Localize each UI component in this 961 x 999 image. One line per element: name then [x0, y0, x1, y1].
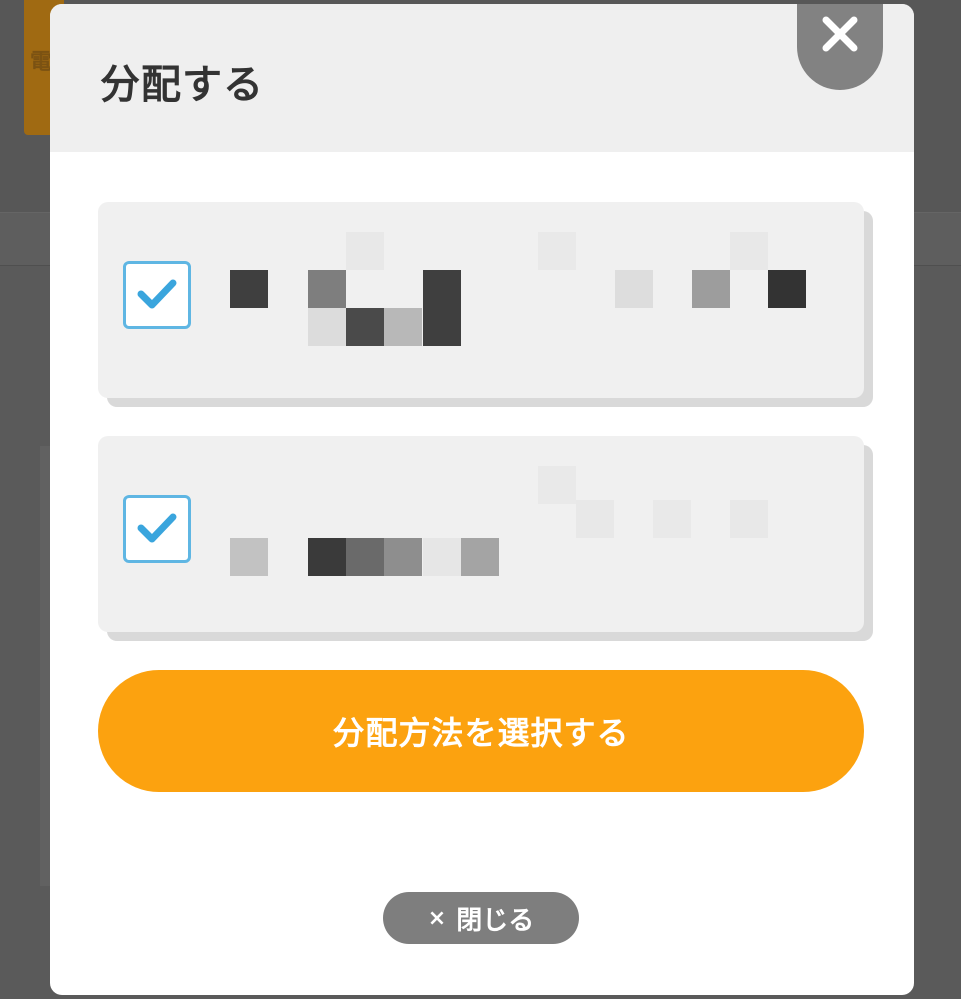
close-button-label: 閉じる [456, 905, 535, 936]
dialog-header: 分配する [50, 4, 914, 152]
close-icon: × [427, 905, 447, 931]
check-icon [137, 513, 177, 543]
option-card[interactable] [98, 436, 864, 632]
select-distribution-method-button[interactable]: 分配方法を選択する [98, 670, 864, 792]
background-card-label: 電 [30, 50, 53, 75]
option-checkbox[interactable] [123, 495, 191, 563]
distribute-dialog: 分配する 分配方法を選択する × 閉じる [50, 4, 914, 995]
dialog-title: 分配する [100, 62, 264, 108]
option-card[interactable] [98, 202, 864, 398]
close-button[interactable]: × 閉じる [383, 892, 579, 944]
check-icon [137, 279, 177, 309]
option-checkbox[interactable] [123, 261, 191, 329]
close-x-button[interactable] [797, 4, 883, 90]
close-icon [822, 16, 858, 52]
